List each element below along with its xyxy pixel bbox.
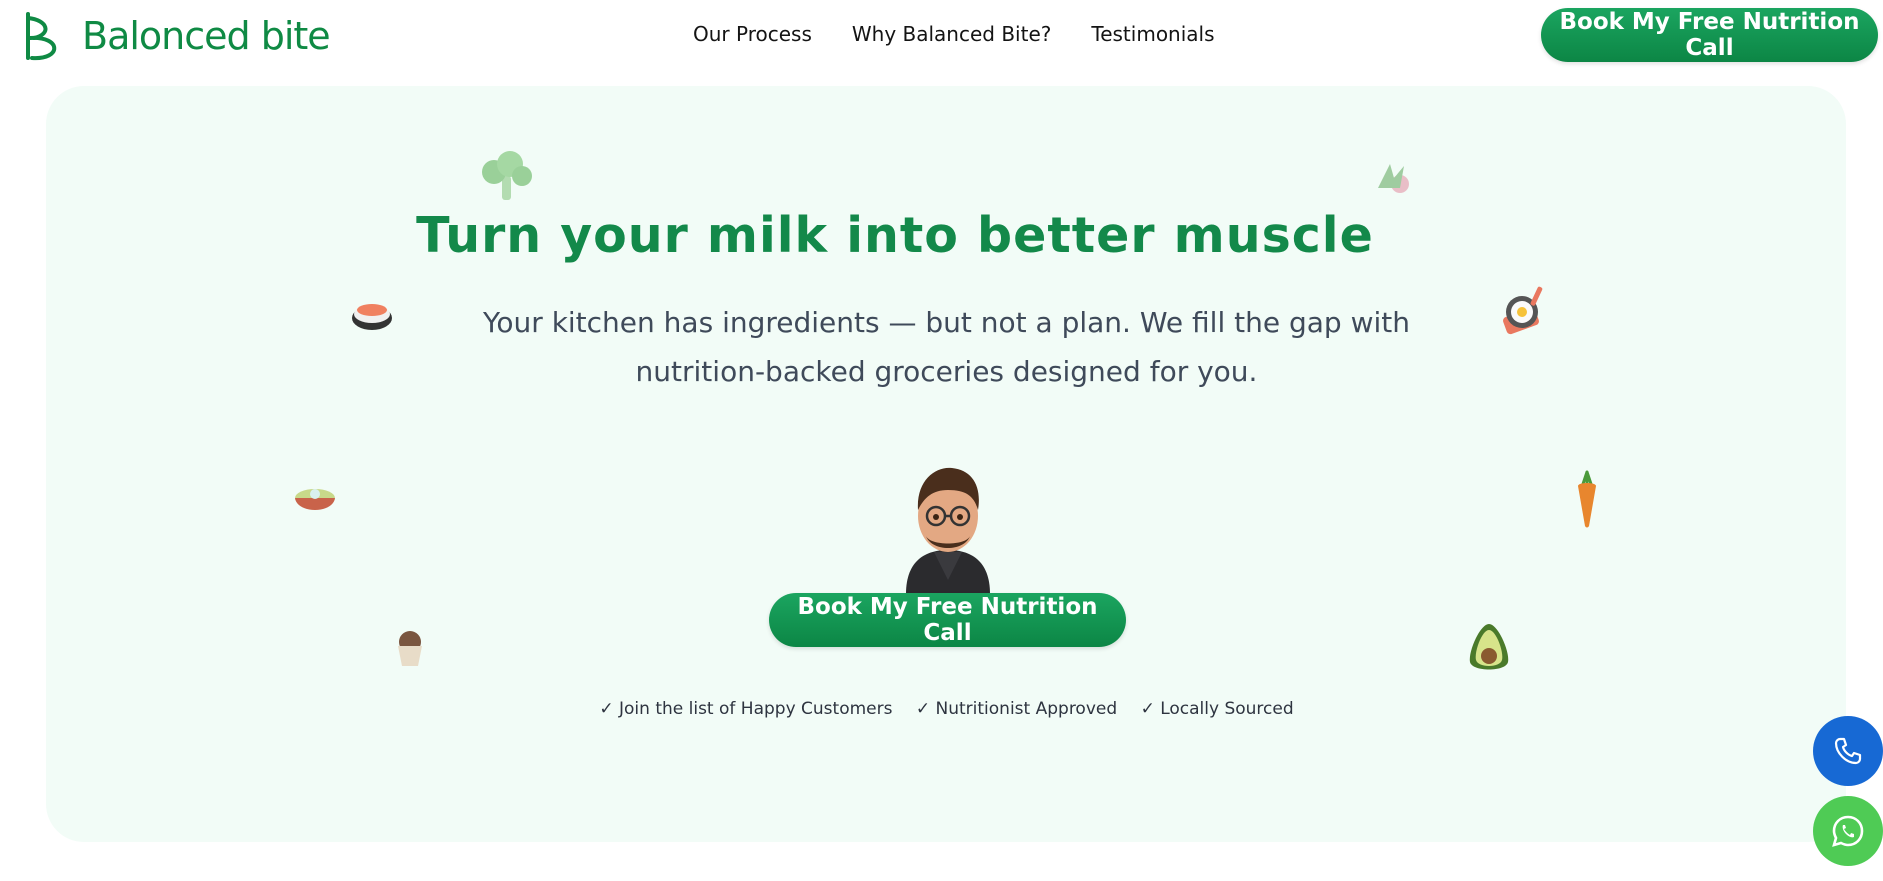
sushi-icon [352, 304, 392, 330]
nav-our-process[interactable]: Our Process [693, 22, 812, 46]
brand-name: Balonced bite [82, 14, 331, 58]
muffin-icon [398, 631, 422, 666]
nav-testimonials[interactable]: Testimonials [1091, 22, 1214, 46]
whatsapp-floating-button[interactable] [1813, 796, 1883, 866]
hero-subtitle: Your kitchen has ingredients — but not a… [0, 298, 1883, 396]
hero-book-call-button[interactable]: Book My Free Nutrition Call [769, 593, 1126, 647]
hero-subtitle-line-1: Your kitchen has ingredients — but not a… [483, 306, 1410, 339]
trust-nutritionist-approved: ✓ Nutritionist Approved [915, 699, 1118, 719]
logo-mark-icon [26, 12, 57, 61]
carrot-icon [1578, 470, 1596, 528]
phone-icon [1834, 737, 1862, 765]
trust-locally-sourced: ✓ Locally Sourced [1140, 699, 1294, 719]
whatsapp-icon [1832, 815, 1864, 847]
hero-subtitle-line-2: nutrition-backed groceries designed for … [635, 355, 1258, 388]
brand-logo[interactable]: Balonced bite [22, 10, 331, 62]
salad-bowl-icon [295, 489, 335, 510]
nutritionist-avatar [906, 467, 990, 594]
frying-pan-egg-icon [1503, 286, 1543, 335]
herbs-icon [1378, 164, 1409, 193]
broccoli-icon [482, 151, 532, 200]
avocado-icon [1469, 624, 1509, 670]
call-floating-button[interactable] [1813, 716, 1883, 786]
trust-happy-customers: ✓ Join the list of Happy Customers [599, 699, 893, 719]
nav-why-balanced-bite[interactable]: Why Balanced Bite? [852, 22, 1052, 46]
main-nav: Our Process Why Balanced Bite? Testimoni… [693, 22, 1215, 46]
trust-badges: ✓ Join the list of Happy Customers ✓ Nut… [0, 699, 1883, 719]
hero-headline: Turn your milk into better muscle [416, 207, 1374, 264]
header-book-call-button[interactable]: Book My Free Nutrition Call [1541, 8, 1878, 62]
